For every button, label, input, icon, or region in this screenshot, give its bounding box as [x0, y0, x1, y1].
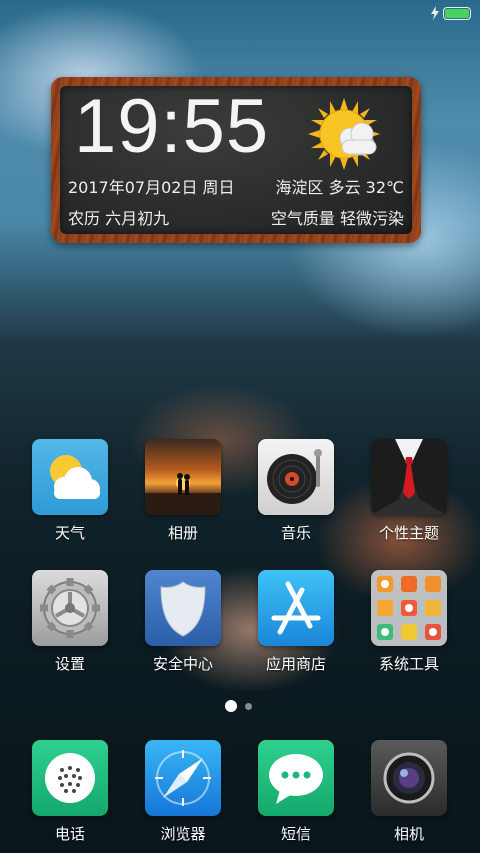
home-screen: 19:55 2017年07月02日 周日 农历 六月初九 海淀区 多云 32℃ …	[0, 0, 480, 853]
dock-app-browser[interactable]: 浏览器	[133, 740, 233, 844]
camera-icon	[371, 740, 447, 816]
dock-app-messages[interactable]: 短信	[246, 740, 346, 844]
browser-compass-icon	[145, 740, 221, 816]
phone-icon	[32, 740, 108, 816]
widget-date: 2017年07月02日 周日	[68, 178, 235, 197]
sun-cloud-icon	[308, 98, 380, 170]
app-settings[interactable]: 设置	[20, 570, 120, 674]
app-label: 音乐	[280, 524, 311, 542]
clock-weather-widget[interactable]: 19:55 2017年07月02日 周日 农历 六月初九 海淀区 多云 32℃ …	[51, 77, 421, 243]
app-label: 相机	[393, 825, 424, 843]
security-shield-icon	[145, 570, 221, 646]
app-security-center[interactable]: 安全中心	[133, 570, 233, 674]
app-label: 设置	[54, 655, 85, 673]
weather-icon	[32, 439, 108, 515]
tools-folder-icon	[371, 570, 447, 646]
app-gallery[interactable]: 相册	[133, 439, 233, 543]
battery-level-fill	[445, 9, 469, 18]
app-store-icon	[258, 570, 334, 646]
status-bar	[0, 0, 480, 28]
app-label: 个性主题	[378, 524, 439, 542]
app-label: 天气	[54, 524, 85, 542]
themes-icon	[371, 439, 447, 515]
folder-system-tools[interactable]: 系统工具	[359, 570, 459, 674]
battery-icon	[443, 7, 471, 20]
app-label: 安全中心	[152, 655, 213, 673]
widget-board: 19:55 2017年07月02日 周日 农历 六月初九 海淀区 多云 32℃ …	[60, 84, 412, 234]
page-indicator[interactable]	[0, 700, 480, 712]
app-label: 应用商店	[265, 655, 326, 673]
widget-weather: 海淀区 多云 32℃	[275, 178, 404, 197]
app-weather[interactable]: 天气	[20, 439, 120, 543]
app-label: 系统工具	[378, 655, 439, 673]
charging-bolt-icon	[431, 6, 439, 20]
app-label: 电话	[54, 825, 85, 843]
settings-gear-icon	[32, 570, 108, 646]
messages-icon	[258, 740, 334, 816]
dock-app-camera[interactable]: 相机	[359, 740, 459, 844]
widget-lunar-date: 农历 六月初九	[68, 209, 170, 228]
app-themes[interactable]: 个性主题	[359, 439, 459, 543]
music-icon	[258, 439, 334, 515]
app-label: 相册	[167, 524, 198, 542]
app-label: 浏览器	[160, 825, 206, 843]
page-dot-active[interactable]	[225, 700, 237, 712]
app-music[interactable]: 音乐	[246, 439, 346, 543]
dock-app-phone[interactable]: 电话	[20, 740, 120, 844]
page-dot[interactable]	[245, 703, 252, 710]
clock-time: 19:55	[74, 84, 270, 169]
gallery-icon	[145, 439, 221, 515]
app-store[interactable]: 应用商店	[246, 570, 346, 674]
app-label: 短信	[280, 825, 311, 843]
widget-air-quality: 空气质量 轻微污染	[270, 209, 404, 228]
